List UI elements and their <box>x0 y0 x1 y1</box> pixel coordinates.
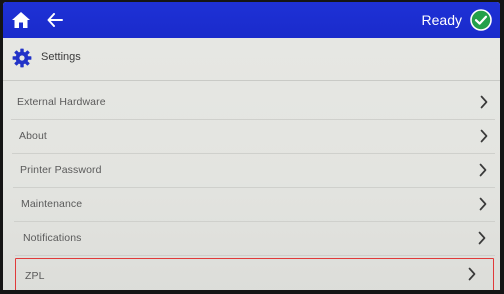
top-bar: Ready <box>3 2 500 38</box>
gear-icon <box>12 48 32 68</box>
settings-header: Settings <box>3 38 500 81</box>
menu-item-label: ZPL <box>25 270 45 282</box>
chevron-right-icon <box>479 197 487 211</box>
status-label: Ready <box>421 12 462 28</box>
screen: Ready Settings External Hardware About P… <box>3 2 500 294</box>
menu-item-label: About <box>19 130 47 142</box>
menu-item-external-hardware[interactable]: External Hardware <box>11 86 495 120</box>
menu-item-maintenance[interactable]: Maintenance <box>14 188 495 222</box>
menu-item-about[interactable]: About <box>12 120 495 154</box>
menu-item-zpl[interactable]: ZPL <box>15 258 494 291</box>
menu-item-printer-password[interactable]: Printer Password <box>13 154 495 188</box>
menu-item-notifications[interactable]: Notifications <box>15 222 495 256</box>
menu-item-label: External Hardware <box>17 96 106 108</box>
chevron-right-icon <box>478 231 486 245</box>
printer-touchscreen: Ready Settings External Hardware About P… <box>0 0 504 294</box>
chevron-right-icon <box>479 163 487 177</box>
page-title: Settings <box>41 51 81 63</box>
bezel-edge <box>0 290 504 294</box>
back-arrow-icon <box>47 13 63 27</box>
chevron-right-icon <box>468 267 476 281</box>
back-button[interactable] <box>43 8 67 32</box>
home-icon <box>12 12 30 28</box>
chevron-right-icon <box>480 129 488 143</box>
chevron-right-icon <box>480 95 488 109</box>
check-circle-icon <box>470 9 492 31</box>
menu-item-label: Notifications <box>23 232 82 244</box>
menu-item-label: Maintenance <box>21 198 83 210</box>
home-button[interactable] <box>9 8 33 32</box>
menu-item-label: Printer Password <box>20 164 102 176</box>
